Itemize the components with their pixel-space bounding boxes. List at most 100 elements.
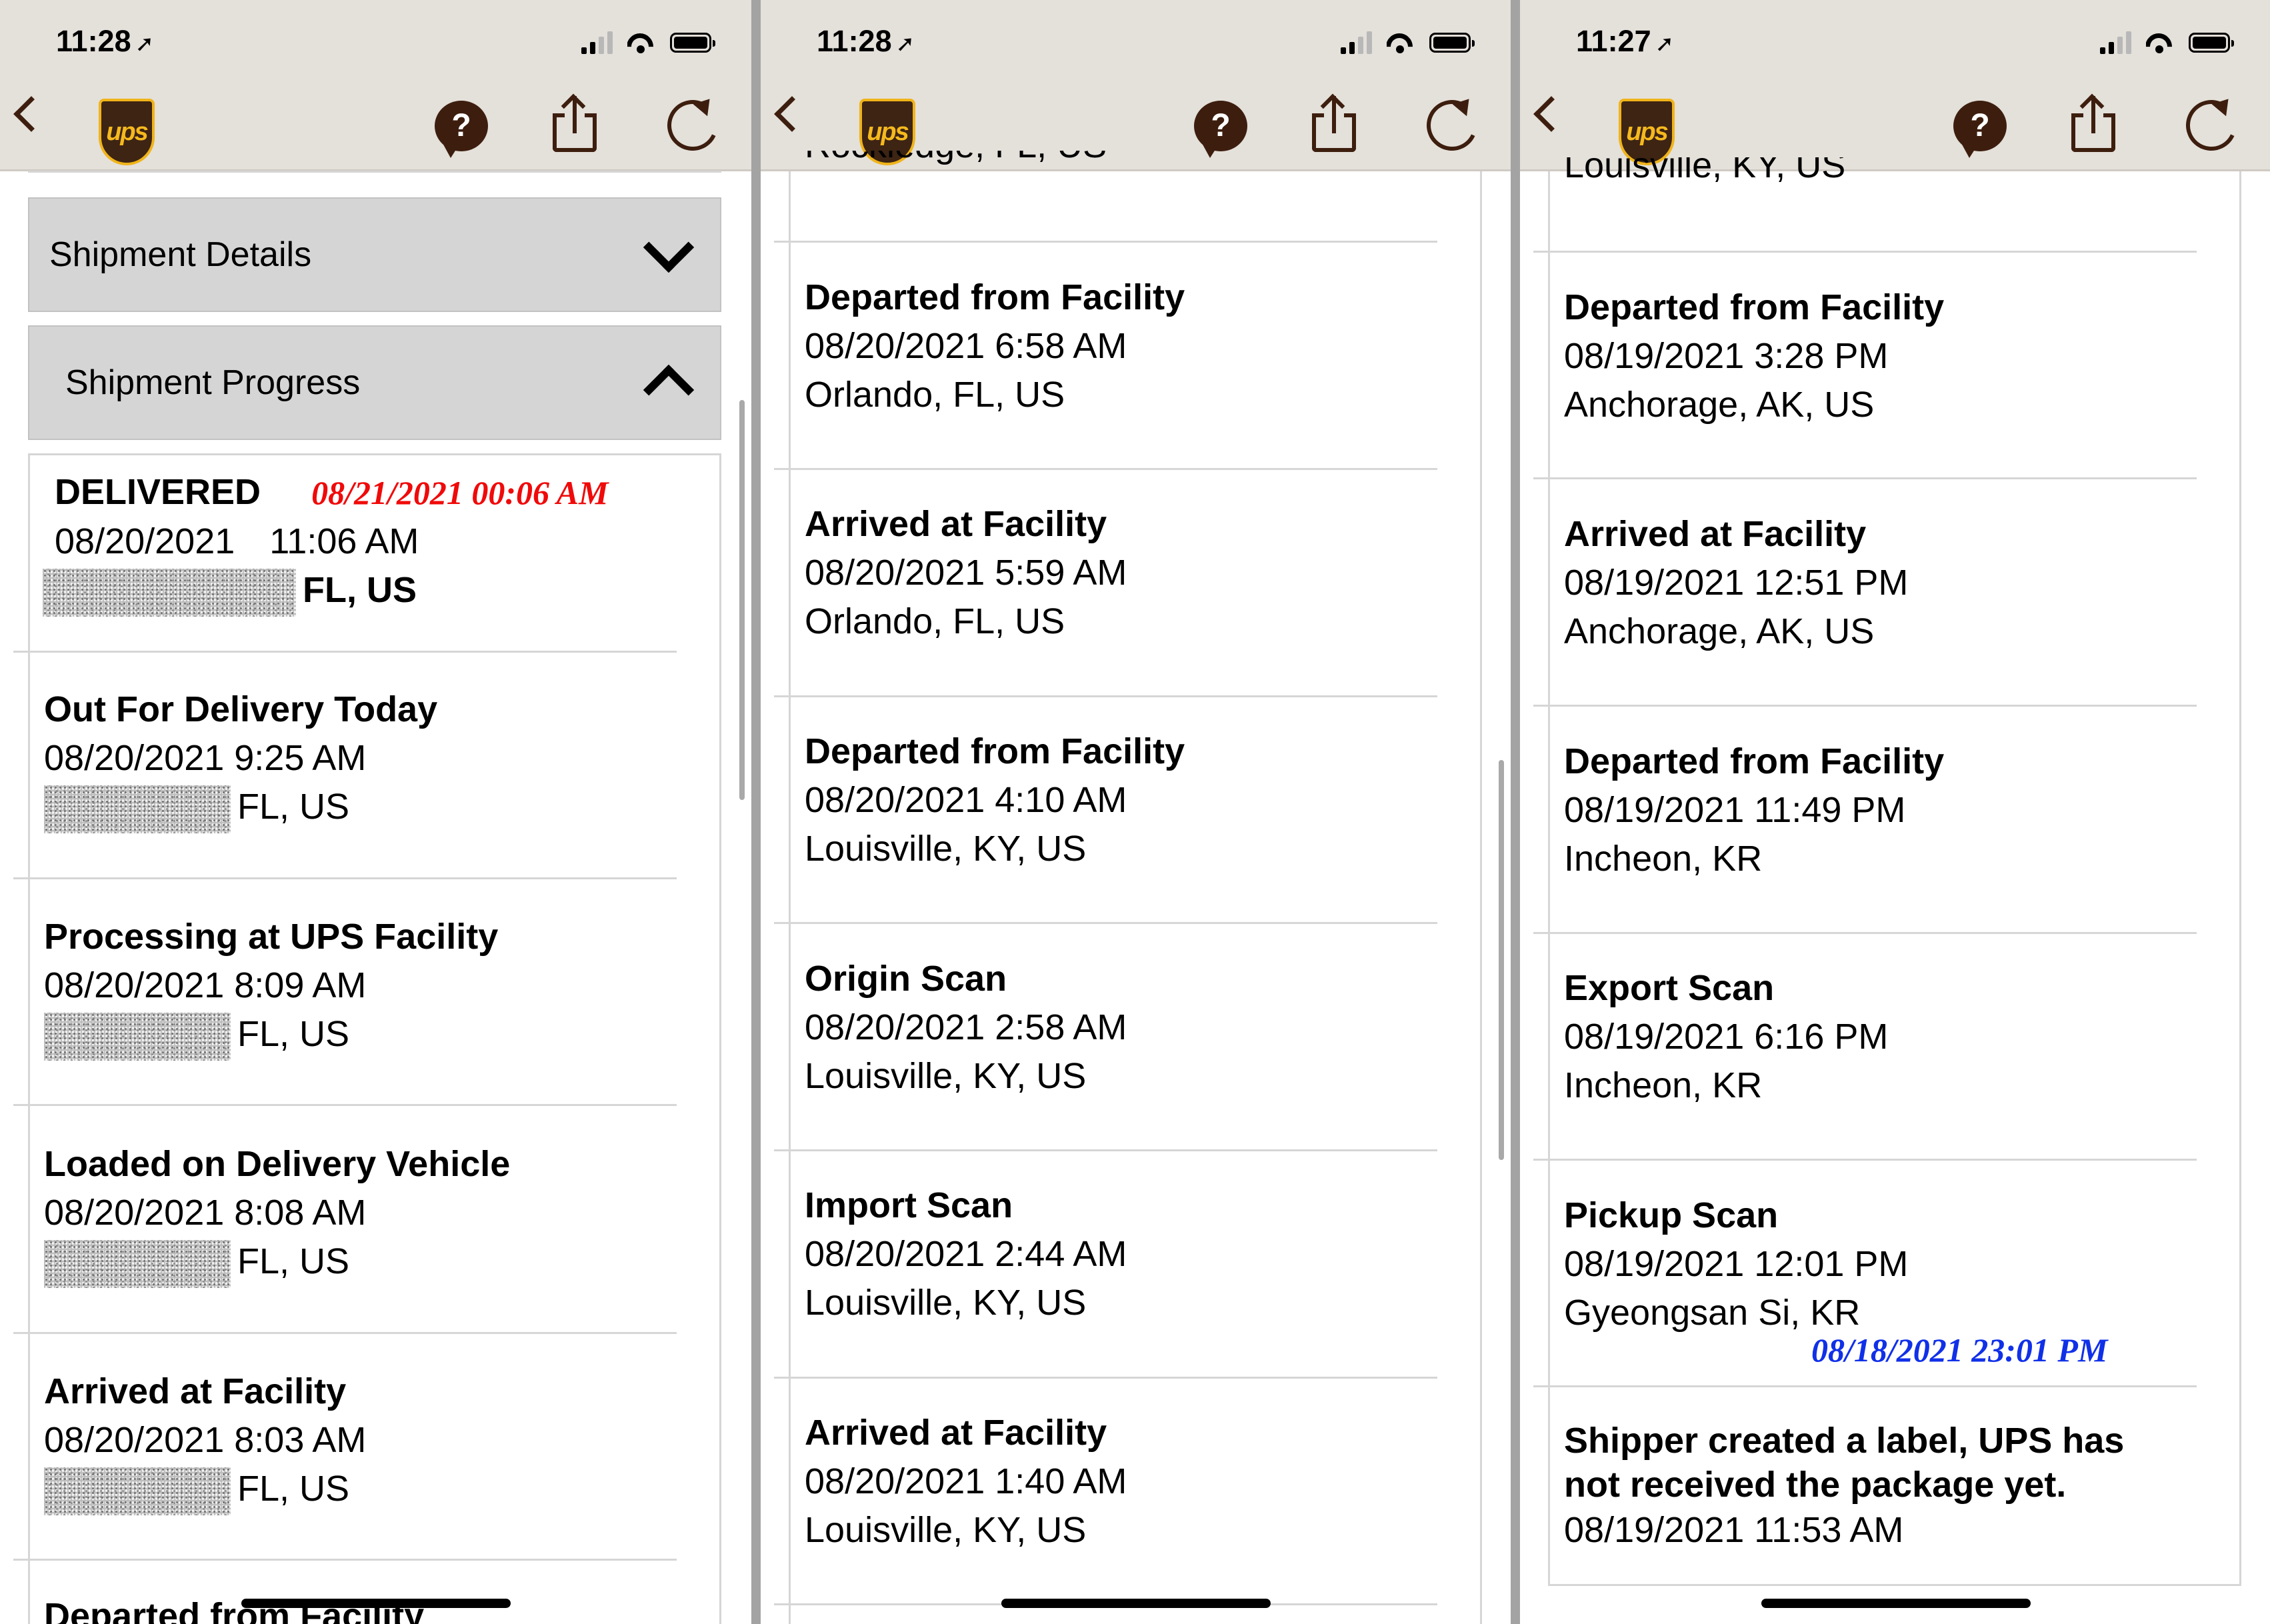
redacted-city [44, 785, 231, 833]
status-icons [581, 29, 715, 56]
share-icon[interactable] [1309, 93, 1359, 153]
divider [774, 1377, 1437, 1379]
reload-icon[interactable] [660, 93, 725, 158]
reload-icon[interactable] [2179, 93, 2244, 158]
nav-header: 11:28 ➚ ups ? [0, 0, 751, 171]
shipment-progress-toggle[interactable]: Shipment Progress [28, 325, 721, 440]
shipment-details-toggle[interactable]: Shipment Details [28, 197, 721, 312]
status-icons [1341, 29, 1475, 56]
list-item: Loaded on Delivery Vehicle 08/20/2021 8:… [44, 1140, 510, 1288]
list-item: Arrived at Facility 08/20/2021 5:59 AM O… [805, 504, 1127, 641]
location-arrow-icon: ➚ [135, 31, 155, 57]
nav-header: 11:28 ➚ ups ? [761, 0, 1511, 171]
battery-icon [1429, 33, 1475, 53]
status-time: 11:28 ➚ [56, 24, 155, 58]
list-item: Processing at UPS Facility 08/20/2021 8:… [44, 913, 498, 1061]
scrollbar[interactable] [739, 400, 745, 800]
nav-header: 11:27 ➚ ups ? [1520, 0, 2270, 171]
help-icon[interactable]: ? [1194, 101, 1247, 158]
list-item: Departed from Facility 08/20/2021 6:58 A… [805, 277, 1185, 415]
delivered-location: FL, US [303, 570, 417, 610]
list-item: Out For Delivery Today 08/20/2021 9:25 A… [44, 685, 437, 833]
reload-icon[interactable] [1419, 93, 1485, 158]
divider [1533, 1159, 2197, 1161]
cellular-signal-icon [581, 31, 613, 54]
list-item: Arrived at Facility 08/19/2021 12:51 PM … [1564, 514, 1909, 651]
divider [774, 241, 1437, 243]
delivered-event: DELIVERED 08/21/2021 00:06 AM 08/20/2021 1… [43, 468, 609, 617]
divider [1533, 705, 2197, 707]
red-annotation: 08/21/2021 00:06 AM [311, 474, 609, 511]
list-item: Departed from Facility 08/20/2021 4:10 A… [805, 731, 1185, 869]
battery-icon [2189, 33, 2234, 53]
location-arrow-icon: ➚ [895, 31, 915, 57]
divider [774, 922, 1437, 924]
panel-gap [751, 0, 761, 1624]
panel-gap [1511, 0, 1520, 1624]
divider [1533, 477, 2197, 479]
cellular-signal-icon [2100, 31, 2131, 54]
list-item: Import Scan 08/20/2021 2:44 AM Louisvill… [805, 1185, 1127, 1323]
redacted-city [43, 568, 296, 617]
divider [774, 468, 1437, 470]
list-item-cut: Departed from Facility [44, 1596, 425, 1624]
ups-logo: ups [99, 99, 155, 165]
share-icon[interactable] [550, 93, 599, 153]
list-item: Origin Scan 08/20/2021 2:58 AM Louisvill… [805, 959, 1127, 1096]
list-item-cut: Louisville, KY, US [1564, 157, 1846, 185]
list-item-cut: Rockledge, FL, US [805, 151, 1107, 171]
battery-icon [670, 33, 715, 53]
back-chevron-icon[interactable] [1533, 96, 1569, 132]
list-item: Departed from Facility 08/19/2021 11:49 … [1564, 741, 1945, 879]
redacted-city [44, 1467, 231, 1515]
status-time: 11:28 ➚ [817, 24, 915, 58]
location-arrow-icon: ➚ [1655, 31, 1675, 57]
delivered-time: 11:06 AM [269, 521, 419, 561]
status-time: 11:27 ➚ [1576, 24, 1675, 58]
chevron-down-icon [643, 221, 695, 273]
help-icon[interactable]: ? [435, 101, 488, 158]
divider [13, 1559, 677, 1561]
divider [13, 877, 677, 879]
phone-screen-2: 11:28➚ ups ? Rockledge, FL, US Departed … [761, 0, 1511, 1624]
divider [13, 651, 677, 653]
share-icon[interactable] [2069, 93, 2118, 153]
phone-screen-3: 11:27 ➚ ups ? Louisville, KY, US Departed… [1520, 0, 2270, 1624]
divider [13, 1332, 677, 1334]
delivered-date: 08/20/2021 [55, 521, 235, 561]
redacted-city [44, 1012, 231, 1061]
divider [13, 1104, 677, 1106]
delivered-status: DELIVERED [55, 472, 261, 512]
divider [1533, 251, 2197, 253]
home-indicator[interactable] [1001, 1599, 1271, 1608]
divider [28, 171, 721, 173]
list-item: Departed from Facility 08/19/2021 3:28 P… [1564, 287, 1945, 425]
wifi-icon [1387, 32, 1415, 53]
redacted-city [44, 1239, 231, 1288]
home-indicator[interactable] [1761, 1599, 2031, 1608]
list-item: Export Scan 08/19/2021 6:16 PM Incheon, … [1564, 968, 1889, 1105]
divider [774, 1149, 1437, 1151]
phone-screen-1: 11:28 ➚ ups ? Shipment Details Shipment P… [0, 0, 751, 1624]
back-chevron-icon[interactable] [13, 96, 49, 132]
chevron-up-icon [643, 364, 695, 416]
shipment-progress-label: Shipment Progress [65, 363, 361, 402]
home-indicator[interactable] [241, 1599, 511, 1608]
back-chevron-icon[interactable] [774, 96, 810, 132]
list-item: Pickup Scan 08/19/2021 12:01 PM Gyeongsa… [1564, 1195, 1909, 1333]
divider [774, 695, 1437, 697]
blue-annotation: 08/18/2021 23:01 PM [1811, 1331, 2108, 1369]
wifi-icon [2146, 32, 2174, 53]
status-icons [2100, 29, 2234, 56]
list-item: Arrived at Facility 08/20/2021 1:40 AM L… [805, 1413, 1127, 1550]
divider [1533, 1385, 2197, 1387]
ups-logo: ups [1619, 99, 1675, 165]
shipment-details-label: Shipment Details [49, 235, 312, 274]
cellular-signal-icon [1341, 31, 1372, 54]
label-created-event: Shipper created a label, UPS has not rec… [1564, 1421, 2125, 1550]
divider [1533, 932, 2197, 934]
help-icon[interactable]: ? [1953, 101, 2007, 158]
list-item: Arrived at Facility 08/20/2021 8:03 AM F… [44, 1367, 366, 1515]
wifi-icon [627, 32, 655, 53]
scrollbar[interactable] [1499, 760, 1504, 1160]
